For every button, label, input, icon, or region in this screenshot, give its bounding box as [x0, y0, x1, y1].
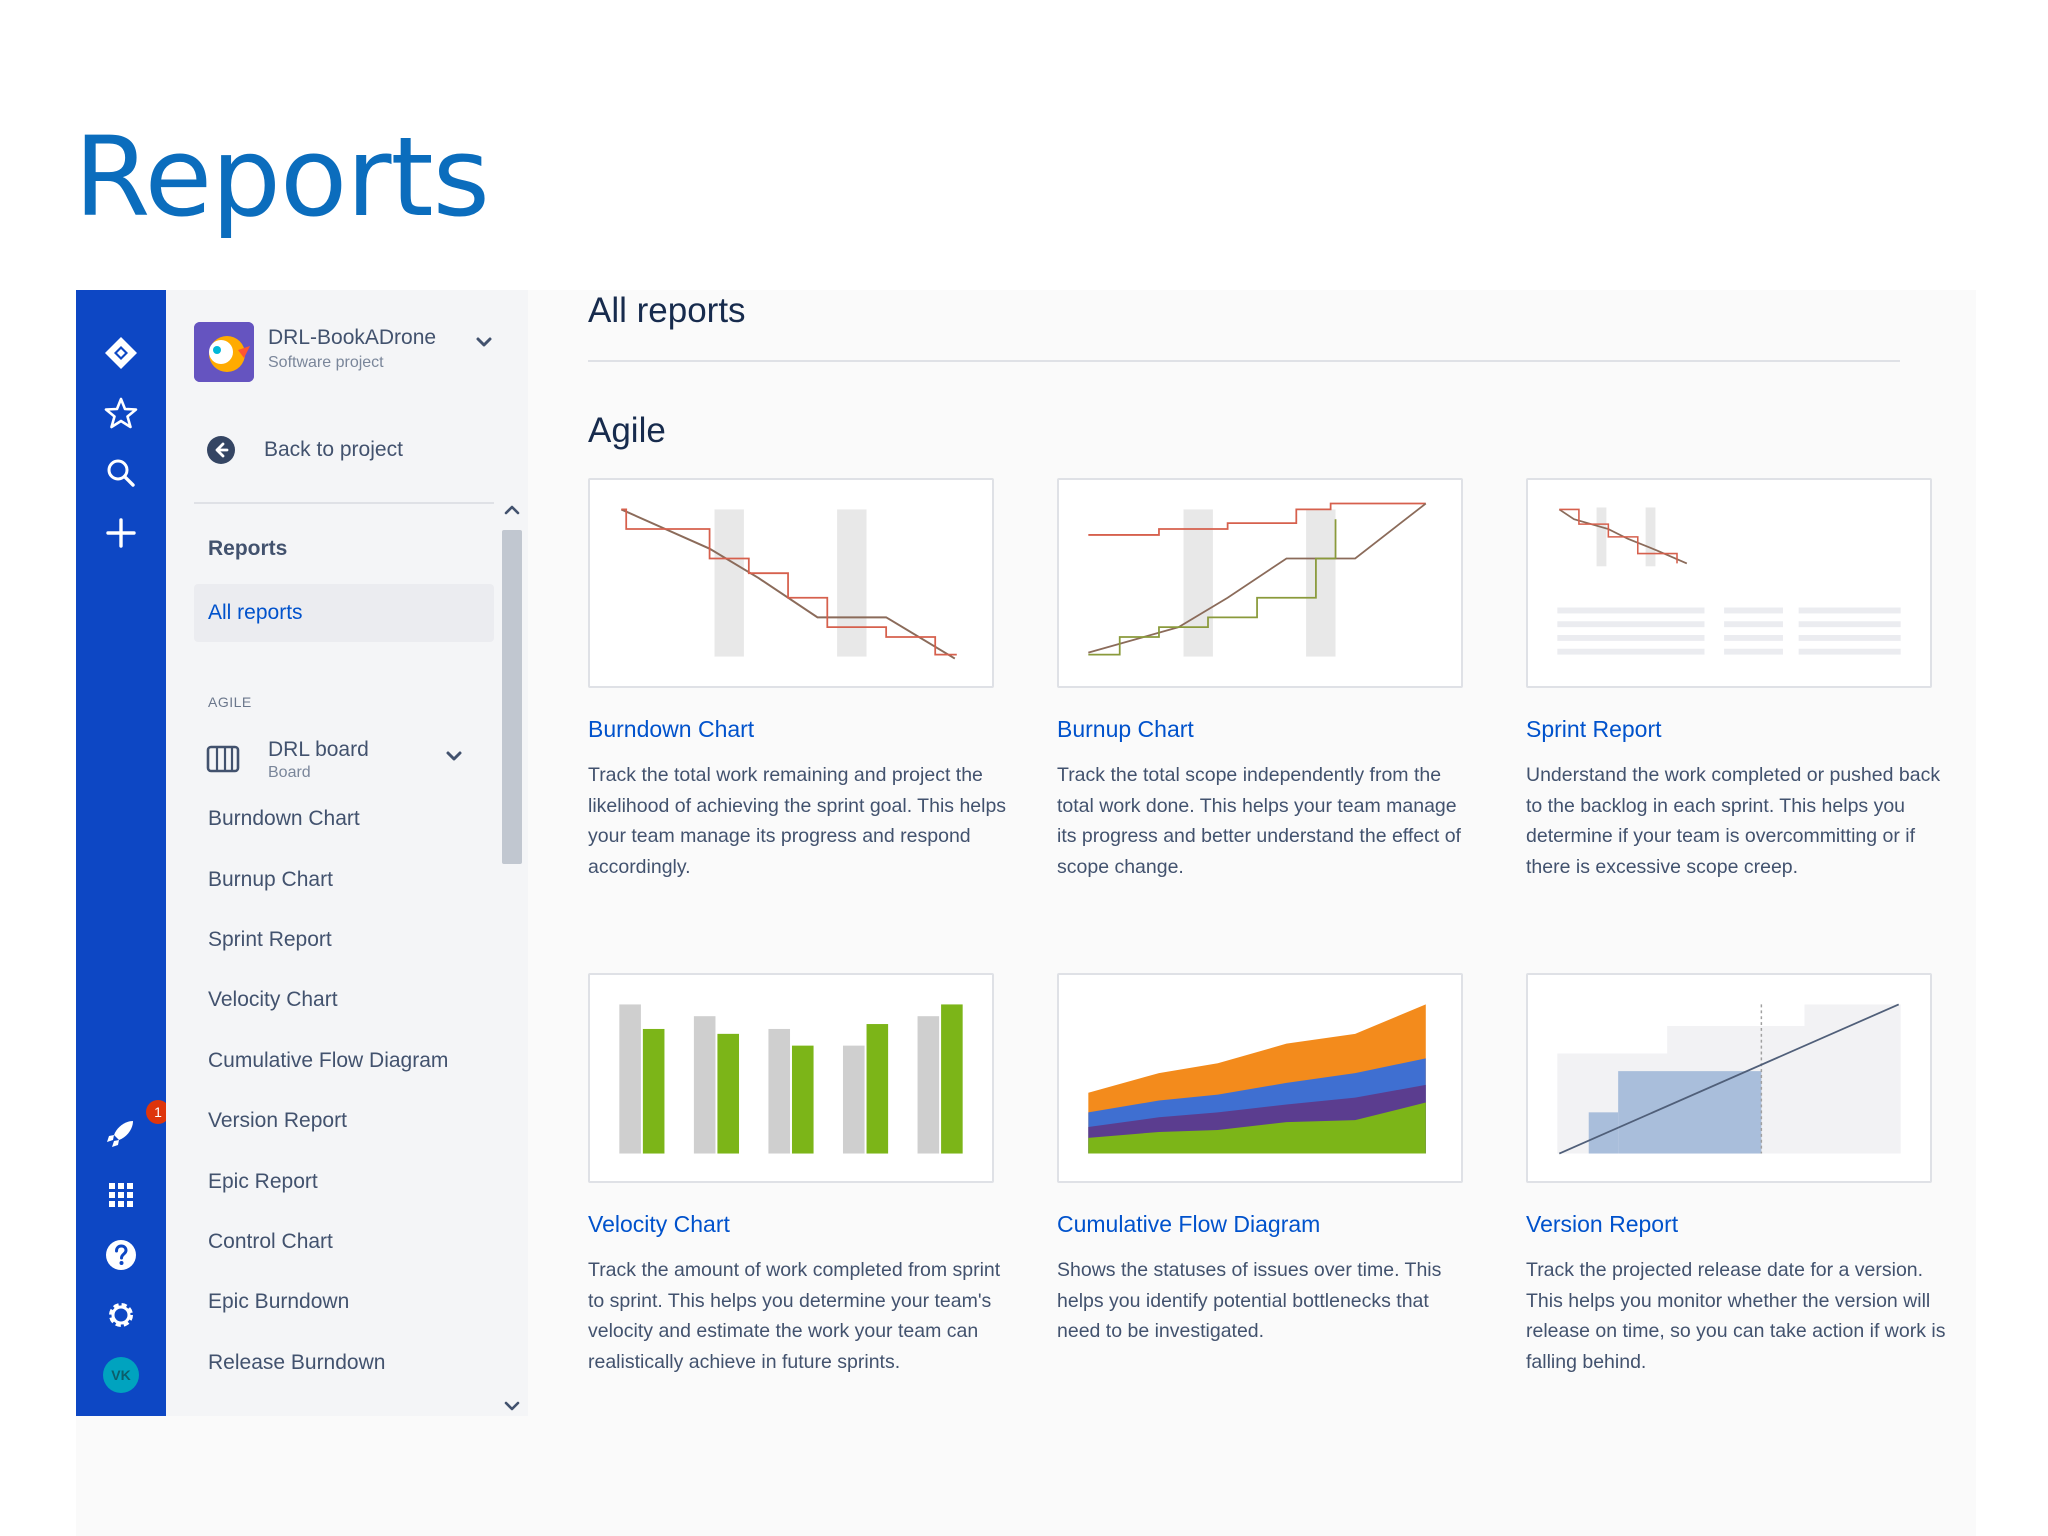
scrollbar-thumb[interactable] [502, 530, 522, 864]
card-description-version-report: Track the projected release date for a v… [1526, 1259, 1946, 1373]
cumulative-flow-thumbnail[interactable] [1057, 973, 1463, 1183]
card-description-burndown: Track the total work remaining and proje… [588, 764, 1007, 878]
card-title-burndown[interactable]: Burndown Chart [588, 716, 754, 743]
project-header[interactable]: DRL-BookADrone Software project [194, 322, 514, 386]
sidebar-item-reports[interactable]: Reports [194, 520, 494, 578]
version-report-illustration [1557, 1003, 1901, 1155]
sidebar-divider [194, 502, 494, 504]
gear-icon[interactable] [98, 1292, 144, 1338]
board-selector[interactable]: DRL board Board [206, 734, 466, 790]
chevron-down-icon[interactable] [502, 1396, 522, 1416]
sidebar-item-epic-burndown[interactable]: Epic Burndown [194, 1273, 494, 1331]
burndown-illustration [620, 508, 957, 660]
chevron-up-icon[interactable] [502, 500, 522, 520]
board-icon [206, 745, 240, 773]
burnup-chart-thumbnail[interactable] [1057, 478, 1463, 688]
sidebar-item-release-burndown[interactable]: Release Burndown [194, 1334, 494, 1392]
page-title: All reports [588, 291, 746, 330]
back-to-project-label: Back to project [264, 438, 403, 461]
sidebar-item-velocity-chart[interactable]: Velocity Chart [194, 971, 494, 1029]
project-type: Software project [268, 354, 384, 371]
velocity-chart-thumbnail[interactable] [588, 973, 994, 1183]
back-to-project-link[interactable]: Back to project [206, 430, 403, 470]
help-icon[interactable] [98, 1232, 144, 1278]
burnup-illustration [1088, 502, 1427, 657]
sidebar-section-label: AGILE [208, 694, 252, 710]
project-avatar [194, 322, 254, 382]
search-icon[interactable] [98, 450, 144, 496]
burndown-chart-thumbnail[interactable] [588, 478, 994, 688]
avatar[interactable]: VK [98, 1352, 144, 1398]
sprint-report-thumbnail[interactable] [1526, 478, 1932, 688]
avatar-initials: VK [103, 1357, 139, 1393]
sidebar-item-control-chart[interactable]: Control Chart [194, 1213, 494, 1271]
sidebar-item-epic-report[interactable]: Epic Report [194, 1153, 494, 1211]
rocket-icon[interactable]: 1 [98, 1100, 170, 1156]
card-title-burnup[interactable]: Burnup Chart [1057, 716, 1194, 743]
sidebar-item-burndown-chart[interactable]: Burndown Chart [194, 790, 494, 848]
version-report-thumbnail[interactable] [1526, 973, 1932, 1183]
card-description-burnup: Track the total scope independently from… [1057, 764, 1461, 878]
sidebar-item-burnup-chart[interactable]: Burnup Chart [194, 851, 494, 909]
card-title-cumulative-flow[interactable]: Cumulative Flow Diagram [1057, 1211, 1320, 1238]
reports-main: All reports Agile Burndown Chart Track t… [528, 290, 1976, 1536]
sidebar-item-cumulative-flow-diagram[interactable]: Cumulative Flow Diagram [194, 1032, 494, 1090]
cumulative-flow-illustration [1088, 1004, 1426, 1154]
project-sidebar: DRL-BookADrone Software project Back to … [166, 290, 528, 1416]
sprint-report-illustration [1557, 507, 1901, 655]
sidebar-item-sprint-report[interactable]: Sprint Report [194, 911, 494, 969]
card-description-sprint-report: Understand the work completed or pushed … [1526, 764, 1941, 878]
plus-icon[interactable] [98, 510, 144, 556]
card-description-velocity: Track the amount of work completed from … [588, 1259, 1001, 1373]
arrow-left-icon [207, 436, 235, 464]
chevron-down-icon[interactable] [470, 328, 498, 356]
board-type: Board [268, 764, 311, 781]
slide-title: Reports [74, 113, 490, 241]
global-nav: 1 VK [76, 290, 170, 1416]
app-switcher-icon[interactable] [98, 1172, 144, 1218]
project-name: DRL-BookADrone [268, 326, 437, 349]
jira-logo-icon[interactable] [98, 330, 144, 376]
card-title-velocity[interactable]: Velocity Chart [588, 1211, 730, 1238]
card-description-cumulative-flow: Shows the statuses of issues over time. … [1057, 1259, 1442, 1342]
star-icon[interactable] [98, 390, 144, 436]
velocity-illustration [619, 1004, 963, 1154]
sidebar-scrollbar[interactable] [498, 500, 526, 1416]
sidebar-item-version-report[interactable]: Version Report [194, 1092, 494, 1150]
chevron-down-icon[interactable] [442, 744, 466, 768]
sidebar-item-all-reports[interactable]: All reports [194, 584, 494, 642]
card-title-version-report[interactable]: Version Report [1526, 1211, 1678, 1238]
card-title-sprint-report[interactable]: Sprint Report [1526, 716, 1662, 743]
board-name: DRL board [268, 738, 369, 761]
section-heading-agile: Agile [588, 411, 666, 450]
heading-divider [588, 360, 1900, 362]
